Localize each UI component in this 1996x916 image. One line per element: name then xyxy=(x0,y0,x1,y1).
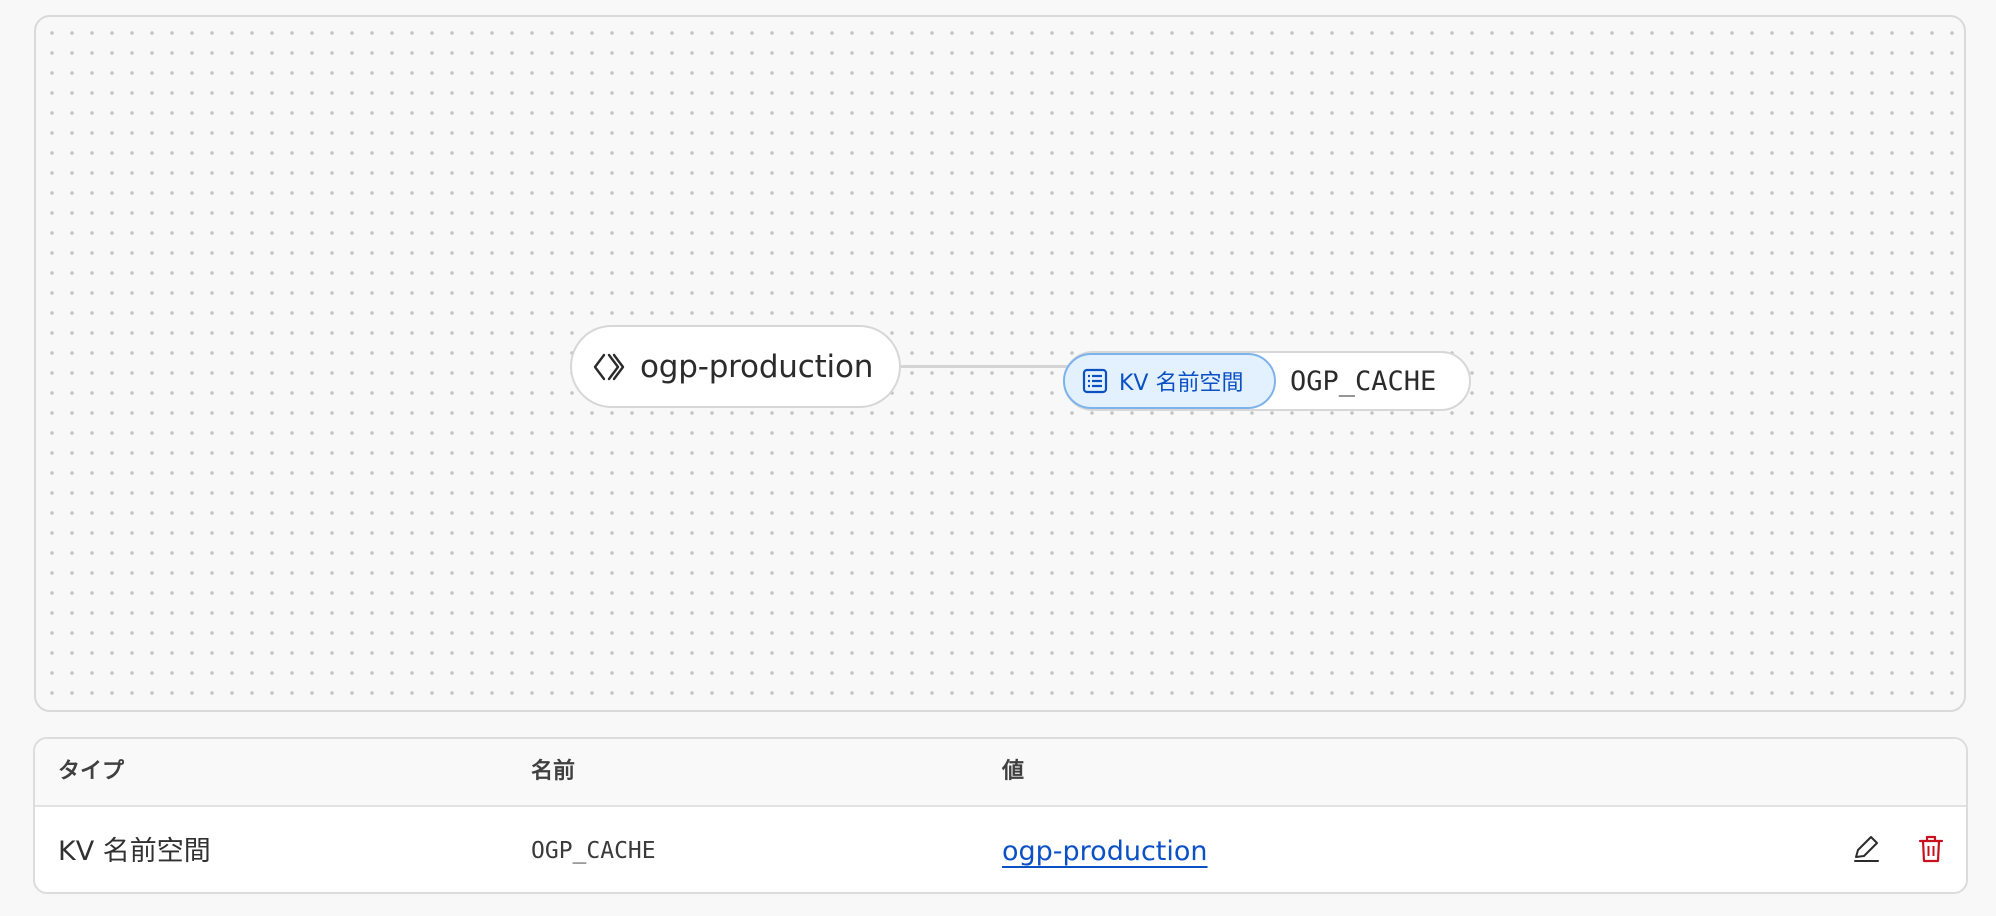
delete-button[interactable] xyxy=(1914,834,1948,868)
binding-type-pill: KV 名前空間 xyxy=(1063,353,1276,409)
table-header: タイプ 名前 値 xyxy=(35,739,1966,807)
row-type: KV 名前空間 xyxy=(58,836,211,867)
binding-node[interactable]: KV 名前空間 OGP_CACHE xyxy=(1063,351,1471,411)
trash-icon xyxy=(1916,834,1946,868)
column-header-value: 値 xyxy=(1002,759,1025,784)
column-header-type: タイプ xyxy=(58,759,125,784)
binding-type-label: KV 名前空間 xyxy=(1119,371,1244,396)
bindings-table: タイプ 名前 値 KV 名前空間 OGP_CACHE ogp-productio… xyxy=(33,737,1968,894)
binding-name: OGP_CACHE xyxy=(1290,365,1437,397)
graph-edge xyxy=(900,365,1070,368)
code-brackets-icon xyxy=(592,350,626,384)
row-value: ogp-production xyxy=(1002,807,1208,892)
row-name: OGP_CACHE xyxy=(531,838,656,864)
column-header-name: 名前 xyxy=(531,759,576,784)
bindings-graph-canvas[interactable]: ogp-production KV 名前空間 OGP_CACHE xyxy=(34,15,1966,712)
edit-icon xyxy=(1851,834,1881,868)
edit-button[interactable] xyxy=(1849,834,1883,868)
worker-name: ogp-production xyxy=(640,348,874,385)
list-icon xyxy=(1081,367,1109,395)
row-value-link[interactable]: ogp-production xyxy=(1002,836,1208,867)
worker-node[interactable]: ogp-production xyxy=(570,325,901,408)
table-row: KV 名前空間 OGP_CACHE ogp-production xyxy=(35,807,1966,892)
